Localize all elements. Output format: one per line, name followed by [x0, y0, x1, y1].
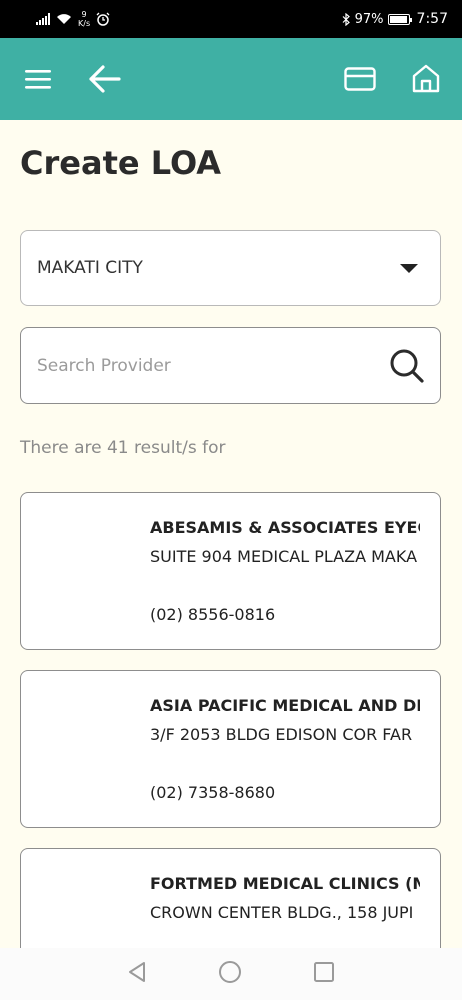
provider-name: ABESAMIS & ASSOCIATES EYECA — [150, 518, 420, 537]
battery-level — [389, 15, 407, 23]
nav-recents-icon[interactable] — [313, 961, 335, 987]
clock: 7:57 — [416, 11, 448, 27]
provider-address: CROWN CENTER BLDG., 158 JUPI — [150, 903, 414, 922]
search-provider-input[interactable] — [37, 355, 367, 376]
app-bar — [0, 38, 462, 120]
network-speed-unit: K/s — [78, 19, 91, 28]
signal-icon — [36, 13, 50, 25]
city-select-value: MAKATI CITY — [37, 258, 143, 278]
battery-percent: 97% — [354, 11, 384, 27]
wifi-icon — [57, 14, 71, 24]
provider-list: ABESAMIS & ASSOCIATES EYECA SUITE 904 ME… — [20, 492, 441, 948]
card-icon[interactable] — [342, 61, 378, 97]
provider-name: ASIA PACIFIC MEDICAL AND DIA — [150, 696, 420, 715]
provider-phone: (02) 8556-0816 — [150, 605, 276, 624]
back-arrow-icon[interactable] — [86, 61, 122, 97]
app-bar-left — [20, 61, 122, 97]
system-nav-bar — [0, 948, 462, 1000]
nav-back-icon[interactable] — [127, 961, 147, 987]
battery-icon — [387, 13, 412, 25]
status-left: 9 K/s — [36, 10, 110, 28]
home-icon[interactable] — [408, 61, 444, 97]
city-select[interactable]: MAKATI CITY — [20, 230, 441, 306]
provider-address: SUITE 904 MEDICAL PLAZA MAKA — [150, 547, 418, 566]
provider-phone: (02) 7358-8680 — [150, 783, 276, 802]
status-bar: 9 K/s 97% 7:57 — [0, 0, 462, 38]
dropdown-caret-icon — [400, 263, 418, 273]
bluetooth-icon — [342, 12, 350, 26]
page-title: Create LOA — [20, 144, 222, 182]
nav-home-icon[interactable] — [218, 960, 242, 988]
search-icon[interactable] — [388, 347, 426, 385]
provider-card[interactable]: ASIA PACIFIC MEDICAL AND DIA 3/F 2053 BL… — [20, 670, 441, 828]
app-bar-right — [342, 61, 444, 97]
provider-card[interactable]: FORTMED MEDICAL CLINICS (MA CROWN CENTER… — [20, 848, 441, 948]
network-speed-value: 9 — [81, 10, 87, 19]
alarm-icon — [96, 12, 110, 26]
search-box — [20, 327, 441, 404]
provider-address: 3/F 2053 BLDG EDISON COR FAR — [150, 725, 413, 744]
results-count-text: There are 41 result/s for — [20, 438, 226, 458]
provider-name: FORTMED MEDICAL CLINICS (MA — [150, 874, 420, 893]
status-right: 97% 7:57 — [342, 11, 448, 27]
network-speed: 9 K/s — [78, 10, 90, 28]
menu-icon[interactable] — [20, 61, 56, 97]
provider-card[interactable]: ABESAMIS & ASSOCIATES EYECA SUITE 904 ME… — [20, 492, 441, 650]
